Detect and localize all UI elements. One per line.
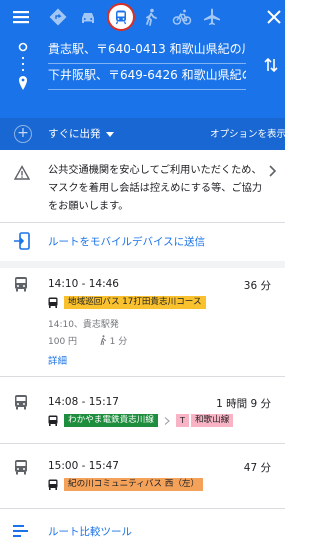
details-link[interactable]: 詳細 bbox=[48, 353, 67, 367]
route-time: 15:00 - 15:47 bbox=[48, 460, 119, 472]
line-chip: 和歌山線 bbox=[190, 414, 234, 427]
walking-icon bbox=[100, 335, 106, 346]
train-icon bbox=[48, 415, 58, 426]
route-segments: 紀の川コミュニティバス 西（左） bbox=[48, 478, 204, 491]
send-to-mobile-label: ルートをモバイルデバイスに送信 bbox=[48, 236, 206, 248]
depart-time-dropdown[interactable]: すぐに出発 bbox=[48, 126, 114, 141]
destination-field[interactable]: 下井阪駅、〒649-6426 和歌山県紀の川市 bbox=[48, 64, 246, 90]
bus-icon bbox=[48, 479, 58, 490]
walk-time: 1 分 bbox=[109, 337, 128, 347]
cycling-icon[interactable] bbox=[170, 5, 194, 29]
route-segments: わかやま電鉄貴志川線 T 和歌山線 bbox=[48, 414, 234, 427]
route-option-1[interactable]: 14:10 - 14:46 36 分 地域巡回バス 17打田貴志川コース 14:… bbox=[0, 268, 285, 378]
depart-label: すぐに出発 bbox=[48, 128, 101, 140]
send-to-mobile-link[interactable]: ルートをモバイルデバイスに送信 bbox=[0, 224, 285, 260]
compare-list-icon bbox=[13, 525, 28, 537]
walking-icon[interactable] bbox=[139, 5, 163, 29]
bus-icon bbox=[48, 297, 58, 308]
line-chip: 地域巡回バス 17打田貴志川コース bbox=[64, 296, 206, 309]
route-duration: 1 時間 9 分 bbox=[216, 398, 271, 410]
send-to-device-icon bbox=[14, 232, 30, 250]
transit-icon[interactable] bbox=[107, 3, 135, 31]
notice-text: 公共交通機関を安心してご利用いただくため、マスクを着用し会話は控えめにする等、ご… bbox=[48, 165, 263, 212]
warning-icon bbox=[14, 165, 30, 180]
show-options-button[interactable]: オプションを表示 bbox=[210, 126, 286, 140]
route-segments: 地域巡回バス 17打田貴志川コース bbox=[48, 296, 206, 309]
divider bbox=[0, 443, 285, 444]
train-icon bbox=[15, 395, 27, 410]
section-separator bbox=[0, 261, 285, 268]
route-time: 14:08 - 15:17 bbox=[48, 396, 119, 408]
compare-label: ルート比較ツール bbox=[48, 526, 132, 538]
chevron-right-icon bbox=[164, 416, 170, 425]
route-duration: 47 分 bbox=[243, 462, 271, 474]
car-icon[interactable] bbox=[76, 5, 100, 29]
swap-icon[interactable] bbox=[262, 56, 280, 74]
divider bbox=[0, 222, 285, 223]
add-stop-icon[interactable]: + bbox=[14, 125, 32, 143]
route-dots-icon bbox=[18, 42, 28, 90]
divider bbox=[0, 508, 285, 509]
options-bar: + すぐに出発 オプションを表示 bbox=[0, 118, 286, 150]
route-option-2[interactable]: 14:08 - 15:17 1 時間 9 分 わかやま電鉄貴志川線 T 和歌山線 bbox=[0, 385, 285, 440]
bus-icon bbox=[15, 460, 27, 475]
driving-icon[interactable] bbox=[46, 5, 70, 29]
line-chip: 紀の川コミュニティバス 西（左） bbox=[64, 478, 204, 491]
route-duration: 36 分 bbox=[243, 280, 271, 292]
departure-info: 14:10、貴志駅発 bbox=[48, 320, 119, 330]
fare-info: 100 円 1 分 bbox=[48, 334, 127, 347]
divider bbox=[0, 376, 285, 377]
line-chip: わかやま電鉄貴志川線 bbox=[64, 414, 158, 427]
covid-notice[interactable]: 公共交通機関を安心してご利用いただくため、マスクを着用し会話は控えめにする等、ご… bbox=[0, 150, 285, 220]
directions-header: 貴志駅、〒640-0413 和歌山県紀の川市 下井阪駅、〒649-6426 和歌… bbox=[0, 0, 286, 150]
route-time: 14:10 - 14:46 bbox=[48, 278, 119, 290]
train-badge: T bbox=[175, 414, 189, 427]
flight-icon[interactable] bbox=[200, 5, 224, 29]
route-option-3[interactable]: 15:00 - 15:47 47 分 紀の川コミュニティバス 西（左） bbox=[0, 450, 285, 505]
route-compare-tool-link[interactable]: ルート比較ツール bbox=[0, 515, 285, 545]
chevron-down-icon bbox=[105, 131, 114, 137]
travel-mode-bar bbox=[0, 0, 285, 34]
fare-value: 100 円 bbox=[48, 337, 78, 347]
bus-icon bbox=[15, 277, 27, 292]
menu-icon[interactable] bbox=[9, 5, 33, 29]
chevron-right-icon[interactable] bbox=[268, 165, 278, 177]
origin-field[interactable]: 貴志駅、〒640-0413 和歌山県紀の川市 bbox=[48, 38, 246, 64]
close-icon[interactable] bbox=[262, 5, 286, 29]
